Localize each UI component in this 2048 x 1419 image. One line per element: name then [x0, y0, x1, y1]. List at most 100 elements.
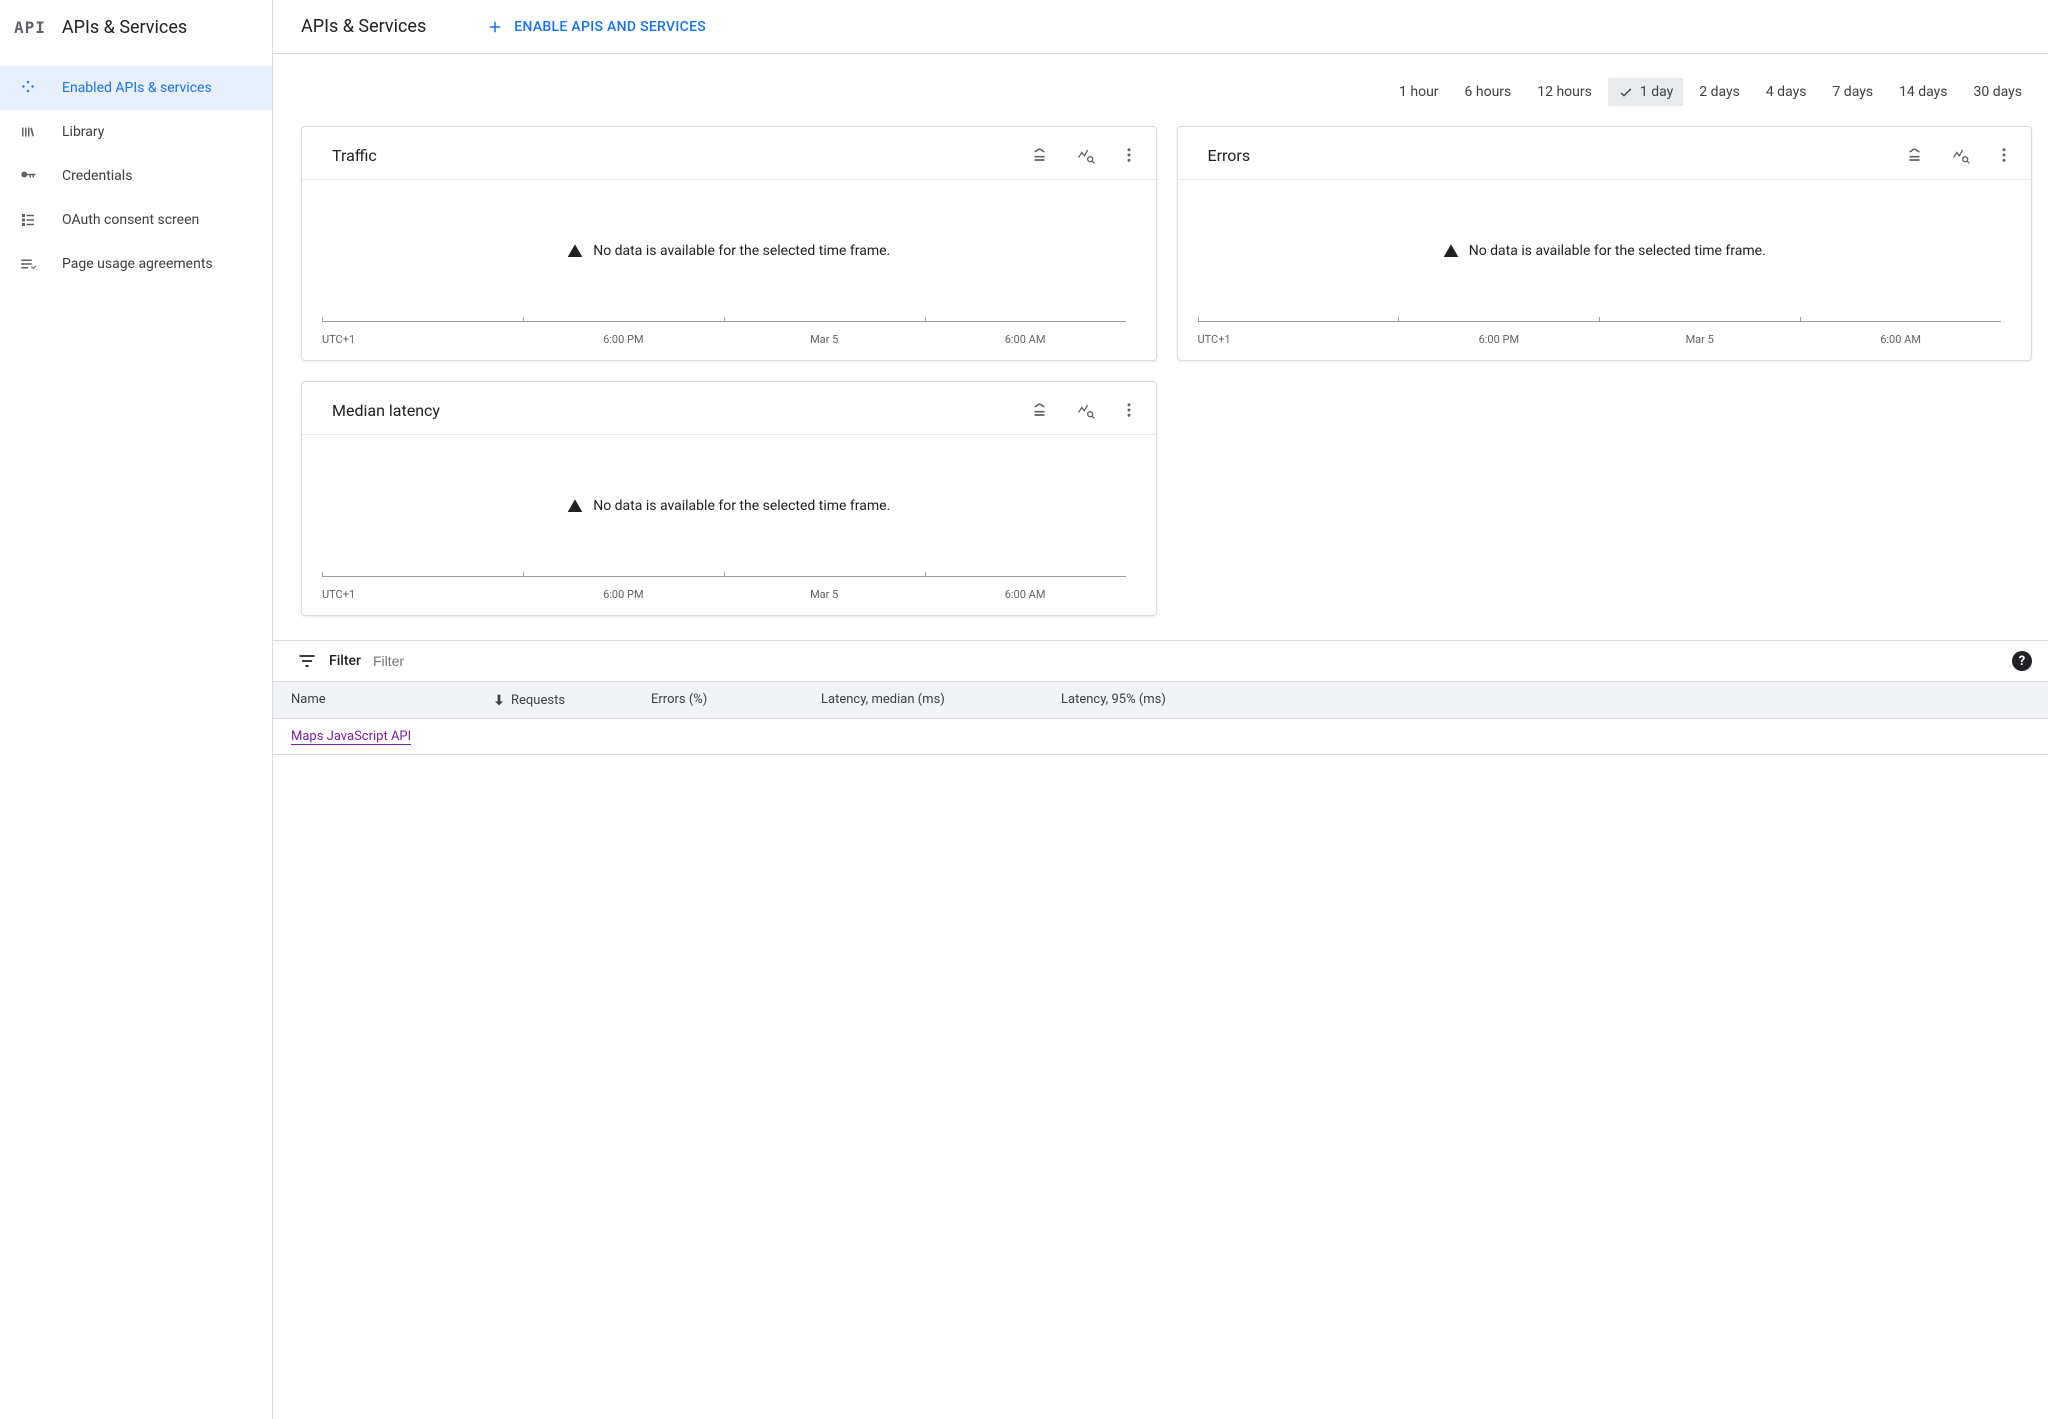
warning-icon: [1443, 243, 1459, 259]
filter-input[interactable]: [373, 653, 2000, 669]
nodata-message: No data is available for the selected ti…: [302, 180, 1156, 321]
sidebar-item-library[interactable]: Library: [0, 110, 272, 154]
col-requests-label: Requests: [511, 693, 565, 708]
axis-labels: UTC+1 6:00 PM Mar 5 6:00 AM: [302, 588, 1156, 615]
time-range-6h[interactable]: 6 hours: [1455, 78, 1522, 106]
nodata-message: No data is available for the selected ti…: [302, 435, 1156, 576]
sidebar-item-label: Library: [62, 124, 104, 140]
axis-tick-label: 6:00 PM: [523, 333, 724, 346]
sidebar: API APIs & Services Enabled APIs & servi…: [0, 0, 273, 1419]
col-name[interactable]: Name: [291, 692, 491, 708]
legend-toggle-icon[interactable]: [1032, 400, 1052, 420]
enable-apis-label: ENABLE APIS AND SERVICES: [514, 19, 706, 35]
axis-tick-label: Mar 5: [1599, 333, 1800, 346]
time-range-label: 1 hour: [1399, 84, 1439, 100]
key-icon: [18, 166, 38, 186]
axis-tick-label: UTC+1: [322, 333, 523, 346]
card-header: Traffic: [302, 127, 1156, 180]
x-axis: [322, 321, 1126, 327]
filter-icon: [297, 651, 317, 671]
x-axis: [322, 576, 1126, 582]
sidebar-nav: Enabled APIs & services Library Credenti…: [0, 54, 272, 286]
dashboard-icon: [18, 78, 38, 98]
api-table: Name Requests Errors (%) Latency, median…: [273, 682, 2048, 755]
time-range-1h[interactable]: 1 hour: [1389, 78, 1449, 106]
sidebar-header: API APIs & Services: [0, 0, 272, 54]
time-range-label: 14 days: [1899, 84, 1947, 100]
col-errors[interactable]: Errors (%): [651, 692, 821, 708]
cell-latency-median: [821, 729, 1061, 744]
more-vert-icon[interactable]: [1120, 401, 1138, 419]
axis-tick-label: 6:00 AM: [1800, 333, 2001, 346]
sidebar-item-label: Credentials: [62, 168, 132, 184]
plus-icon: [486, 18, 504, 36]
sidebar-item-label: OAuth consent screen: [62, 212, 199, 228]
legend-toggle-icon[interactable]: [1907, 145, 1927, 165]
check-icon: [1618, 84, 1634, 100]
expand-chart-icon[interactable]: [1951, 145, 1971, 165]
time-range-4d[interactable]: 4 days: [1756, 78, 1817, 106]
time-range-14d[interactable]: 14 days: [1889, 78, 1957, 106]
nodata-text: No data is available for the selected ti…: [593, 498, 890, 514]
time-range-label: 30 days: [1974, 84, 2022, 100]
sidebar-item-label: Enabled APIs & services: [62, 80, 212, 96]
card-title: Median latency: [332, 401, 440, 420]
nodata-message: No data is available for the selected ti…: [1178, 180, 2032, 321]
nodata-text: No data is available for the selected ti…: [1469, 243, 1766, 259]
card-body: No data is available for the selected ti…: [1178, 180, 2032, 360]
time-range-label: 12 hours: [1537, 84, 1592, 100]
filter-bar: Filter ?: [273, 640, 2048, 682]
time-range-7d[interactable]: 7 days: [1822, 78, 1883, 106]
time-range-selector: 1 hour 6 hours 12 hours 1 day 2 days 4 d…: [273, 78, 2048, 126]
col-requests[interactable]: Requests: [491, 692, 651, 708]
axis-tick-label: UTC+1: [322, 588, 523, 601]
latency-card: Median latency No data is available for …: [301, 381, 1157, 616]
sort-desc-icon: [491, 692, 507, 708]
time-range-12h[interactable]: 12 hours: [1527, 78, 1602, 106]
card-title: Traffic: [332, 146, 377, 165]
time-range-label: 1 day: [1640, 84, 1673, 100]
expand-chart-icon[interactable]: [1076, 400, 1096, 420]
axis-tick-label: 6:00 PM: [523, 588, 724, 601]
errors-card: Errors No data is available for the sele…: [1177, 126, 2033, 361]
sidebar-title: APIs & Services: [62, 17, 187, 38]
api-link[interactable]: Maps JavaScript API: [291, 729, 411, 745]
help-icon[interactable]: ?: [2012, 651, 2032, 671]
sidebar-item-enabled-apis[interactable]: Enabled APIs & services: [0, 66, 272, 110]
library-icon: [18, 122, 38, 142]
time-range-label: 4 days: [1766, 84, 1807, 100]
expand-chart-icon[interactable]: [1076, 145, 1096, 165]
consent-icon: [18, 210, 38, 230]
main-header: APIs & Services ENABLE APIS AND SERVICES: [273, 0, 2048, 54]
time-range-1d[interactable]: 1 day: [1608, 78, 1683, 106]
axis-tick-label: Mar 5: [724, 588, 925, 601]
more-vert-icon[interactable]: [1120, 146, 1138, 164]
axis-tick-label: 6:00 AM: [925, 588, 1126, 601]
time-range-30d[interactable]: 30 days: [1964, 78, 2032, 106]
legend-toggle-icon[interactable]: [1032, 145, 1052, 165]
card-actions: [1907, 145, 2013, 165]
x-axis: [1198, 321, 2002, 327]
col-latency-p95[interactable]: Latency, 95% (ms): [1061, 692, 2032, 708]
card-actions: [1032, 145, 1138, 165]
traffic-card: Traffic No data is available for the sel…: [301, 126, 1157, 361]
sidebar-item-oauth[interactable]: OAuth consent screen: [0, 198, 272, 242]
table-row[interactable]: Maps JavaScript API: [273, 719, 2048, 755]
warning-icon: [567, 498, 583, 514]
col-latency-median[interactable]: Latency, median (ms): [821, 692, 1061, 708]
axis-tick-label: UTC+1: [1198, 333, 1399, 346]
warning-icon: [567, 243, 583, 259]
cell-errors: [651, 729, 821, 744]
time-range-2d[interactable]: 2 days: [1689, 78, 1750, 106]
cell-latency-p95: [1061, 729, 2032, 744]
enable-apis-button[interactable]: ENABLE APIS AND SERVICES: [486, 18, 706, 36]
more-vert-icon[interactable]: [1995, 146, 2013, 164]
main: APIs & Services ENABLE APIS AND SERVICES…: [273, 0, 2048, 1419]
cell-requests: [491, 729, 651, 744]
card-body: No data is available for the selected ti…: [302, 180, 1156, 360]
nodata-text: No data is available for the selected ti…: [593, 243, 890, 259]
sidebar-item-credentials[interactable]: Credentials: [0, 154, 272, 198]
axis-labels: UTC+1 6:00 PM Mar 5 6:00 AM: [302, 333, 1156, 360]
sidebar-item-page-usage[interactable]: Page usage agreements: [0, 242, 272, 286]
time-range-label: 2 days: [1699, 84, 1740, 100]
